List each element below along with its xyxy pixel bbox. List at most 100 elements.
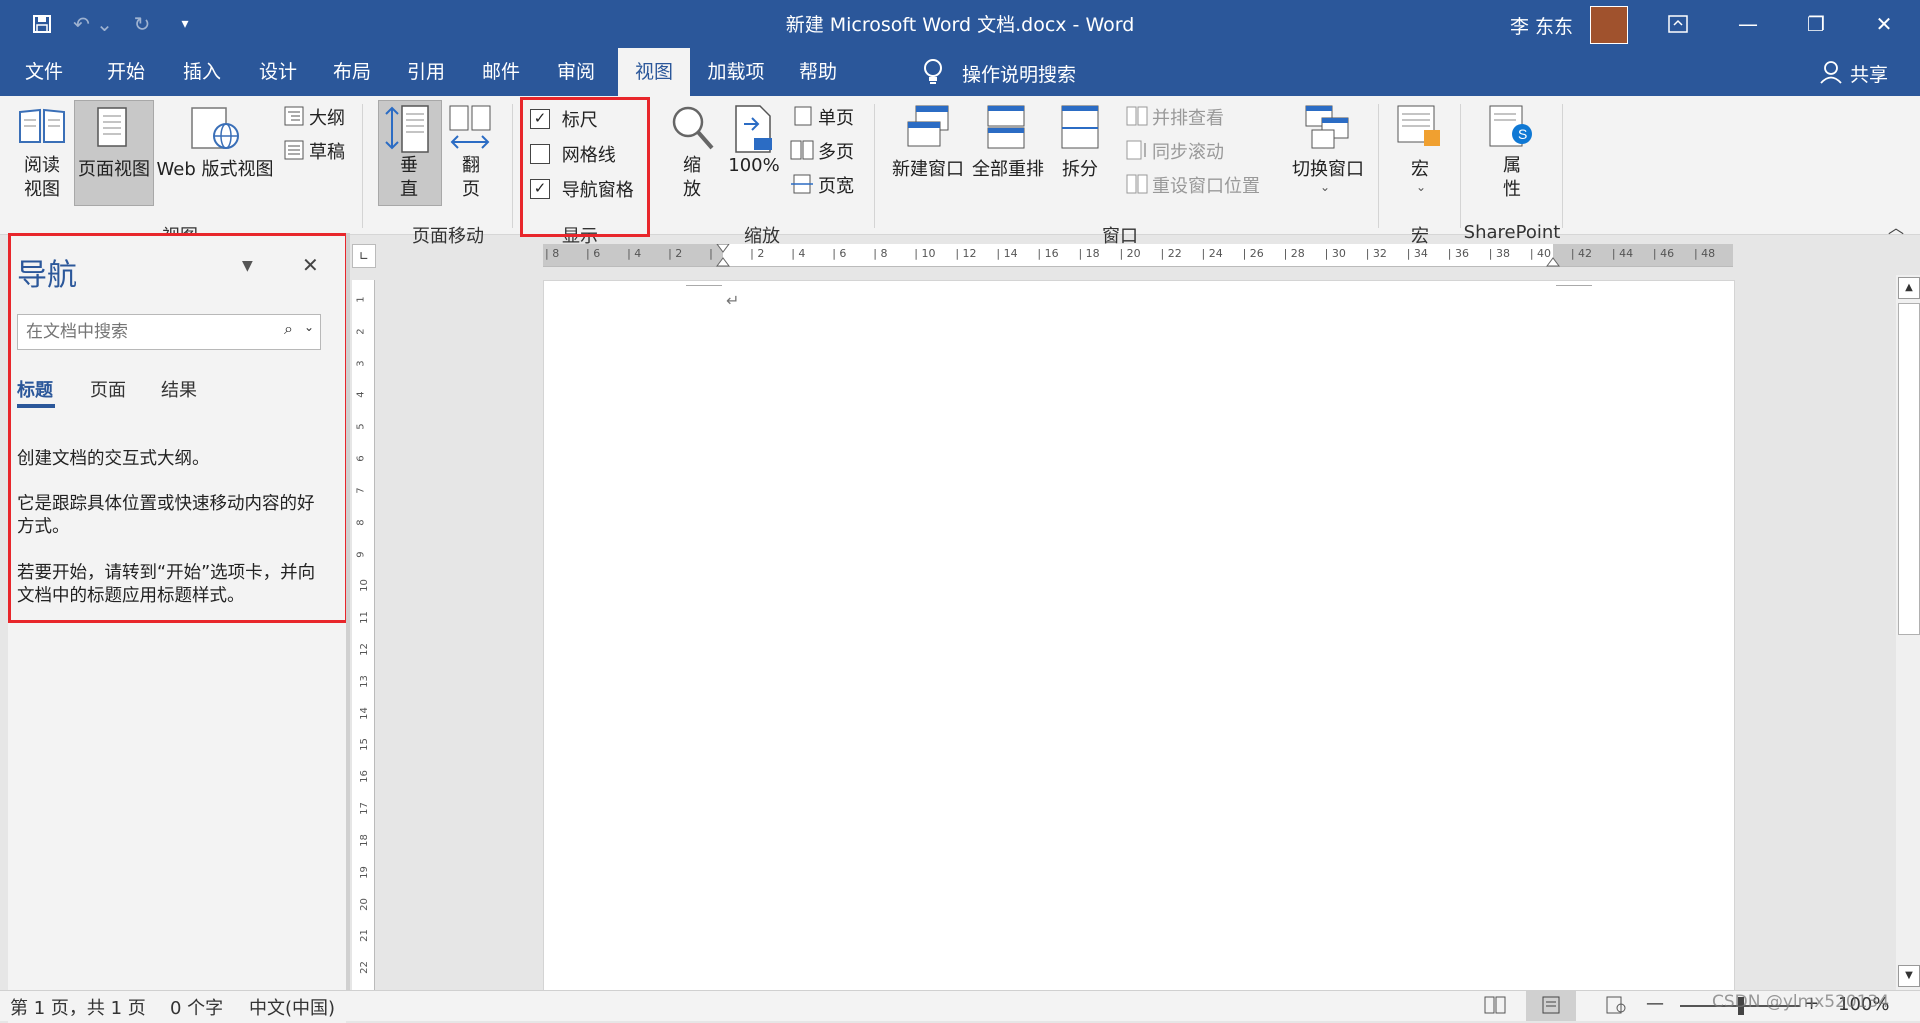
status-bar: 第 1 页，共 1 页 0 个字 中文(中国) — + 100% CSDN @y…	[0, 990, 1920, 1021]
chevron-down-icon[interactable]: ⌄	[1416, 180, 1426, 194]
zoom-out-icon[interactable]: —	[1646, 993, 1664, 1014]
ruler-tick: | 44	[1611, 247, 1634, 260]
close-icon[interactable]: ✕	[1852, 0, 1916, 48]
tell-me-search[interactable]: 操作说明搜索	[962, 60, 1076, 87]
vertical-ruler[interactable]: 1 2 3 4 5 6 7 8 9 10 11 12 13 14 15 16 17 18 19 20 21 22	[352, 280, 375, 990]
tab-references[interactable]: 引用	[392, 48, 460, 96]
separator	[1562, 104, 1563, 228]
separator	[512, 104, 513, 228]
collapse-ribbon-icon[interactable]: ︿	[1888, 214, 1904, 238]
tab-addins[interactable]: 加载项	[698, 48, 774, 96]
properties-button[interactable]: 属 性	[1488, 154, 1536, 202]
tab-layout[interactable]: 布局	[318, 48, 386, 96]
minimize-icon[interactable]: —	[1716, 0, 1780, 48]
side-by-side-button[interactable]: 并排查看	[1152, 104, 1224, 130]
reset-position-button[interactable]: 重设窗口位置	[1152, 172, 1260, 198]
ruler-tick: 7	[355, 487, 367, 494]
restore-icon[interactable]: ❐	[1784, 0, 1848, 48]
horizontal-ruler[interactable]: | 8 | 6 | 4 | 2 | | 2 | 4 | 6 | 8 | 10 | 12 | 14 | 1…	[543, 243, 1733, 267]
person-icon[interactable]	[1820, 60, 1842, 89]
ruler-tick: | 12	[955, 247, 977, 260]
scroll-up-icon[interactable]: ▲	[1898, 277, 1920, 299]
sync-scroll-button[interactable]: 同步滚动	[1152, 138, 1224, 164]
tab-help[interactable]: 帮助	[784, 48, 852, 96]
macros-button[interactable]: 宏	[1396, 155, 1444, 181]
switch-windows-icon	[1304, 104, 1350, 155]
web-layout-button[interactable]: Web 版式视图	[156, 155, 274, 181]
tab-design[interactable]: 设计	[244, 48, 312, 96]
outline-button[interactable]: 大纲	[309, 104, 345, 130]
arrange-all-button[interactable]: 全部重排	[968, 155, 1048, 181]
ruler-tick: 22	[358, 961, 370, 975]
multiple-pages-icon	[790, 140, 814, 165]
user-name[interactable]: 李 东东	[1510, 12, 1573, 39]
side-to-side-button[interactable]: 翻 页	[448, 154, 494, 202]
vertical-button[interactable]: 垂 直	[378, 154, 440, 202]
ruler-tick: 1	[355, 296, 367, 303]
page-width-button[interactable]: 页宽	[818, 172, 854, 198]
multiple-pages-button[interactable]: 多页	[818, 138, 854, 164]
ruler-tick: 14	[358, 706, 370, 720]
tab-view[interactable]: 视图	[618, 48, 690, 96]
ruler-tick: | 38	[1488, 247, 1510, 260]
pane-splitter[interactable]	[346, 233, 350, 990]
ruler-tick: 16	[358, 770, 370, 784]
chevron-down-icon[interactable]: ⌄	[1320, 180, 1330, 194]
outline-icon	[284, 106, 304, 131]
ruler-tick: 15	[358, 738, 370, 752]
new-window-button[interactable]: 新建窗口	[886, 155, 970, 181]
separator	[362, 104, 363, 228]
window-title: 新建 Microsoft Word 文档.docx - Word	[785, 14, 1135, 36]
ruler-tick: | 4	[791, 247, 806, 260]
ribbon-display-options-icon[interactable]	[1646, 0, 1710, 48]
tab-home[interactable]: 开始	[92, 48, 160, 96]
indent-marker-icon[interactable]	[715, 243, 731, 279]
read-mode-button[interactable]: 阅读 视图	[18, 154, 66, 202]
lightbulb-icon[interactable]	[922, 58, 944, 91]
margin-corner-mark	[1556, 281, 1592, 286]
vertical-scrollbar[interactable]: ▲ ▼	[1896, 275, 1920, 990]
ruler-tick: 9	[355, 550, 367, 558]
ruler-tick: | 18	[1078, 247, 1100, 260]
ruler-tick: | 16	[1037, 247, 1059, 260]
word-count[interactable]: 0 个字	[170, 994, 223, 1020]
zoom-100-button[interactable]: 100%	[724, 155, 784, 176]
tab-selector[interactable]: ∟	[352, 244, 376, 268]
read-mode-view-icon[interactable]	[1484, 996, 1506, 1019]
share-button[interactable]: 共享	[1850, 60, 1888, 87]
zoom-button[interactable]: 缩 放	[668, 154, 716, 202]
scroll-down-icon[interactable]: ▼	[1898, 965, 1920, 987]
svg-text:S: S	[1518, 126, 1527, 142]
ruler-tick: 10	[358, 579, 370, 593]
document-page[interactable]: ↵	[543, 280, 1735, 992]
language-indicator[interactable]: 中文(中国)	[249, 994, 335, 1020]
tab-mailings[interactable]: 邮件	[467, 48, 535, 96]
ruler-tick: | 48	[1693, 247, 1716, 260]
tab-insert[interactable]: 插入	[168, 48, 236, 96]
tab-review[interactable]: 审阅	[542, 48, 610, 96]
avatar[interactable]	[1590, 6, 1628, 44]
print-layout-view-icon[interactable]	[1542, 996, 1560, 1019]
right-indent-marker-icon[interactable]	[1545, 252, 1561, 273]
split-button[interactable]: 拆分	[1056, 155, 1104, 181]
separator	[874, 104, 875, 228]
draft-button[interactable]: 草稿	[309, 138, 345, 164]
page-count[interactable]: 第 1 页，共 1 页	[10, 994, 146, 1020]
tab-file[interactable]: 文件	[10, 48, 78, 96]
new-window-icon	[906, 104, 950, 155]
side-to-side-icon	[448, 104, 494, 159]
show-group-highlight	[520, 97, 650, 237]
draft-icon	[284, 140, 304, 165]
ruler-tick: | 6	[832, 247, 847, 260]
ruler-tick: | 32	[1365, 247, 1387, 260]
group-sharepoint: SharePoint	[1463, 222, 1561, 243]
page-width-icon	[790, 174, 814, 199]
side-by-side-icon	[1126, 106, 1148, 131]
ruler-tick: 3	[355, 359, 367, 367]
split-icon	[1060, 104, 1100, 155]
scroll-thumb[interactable]	[1898, 303, 1920, 635]
web-layout-view-icon[interactable]	[1606, 996, 1626, 1019]
one-page-button[interactable]: 单页	[818, 104, 854, 130]
switch-windows-button[interactable]: 切换窗口	[1286, 155, 1370, 181]
print-layout-button[interactable]: 页面视图	[74, 155, 154, 181]
